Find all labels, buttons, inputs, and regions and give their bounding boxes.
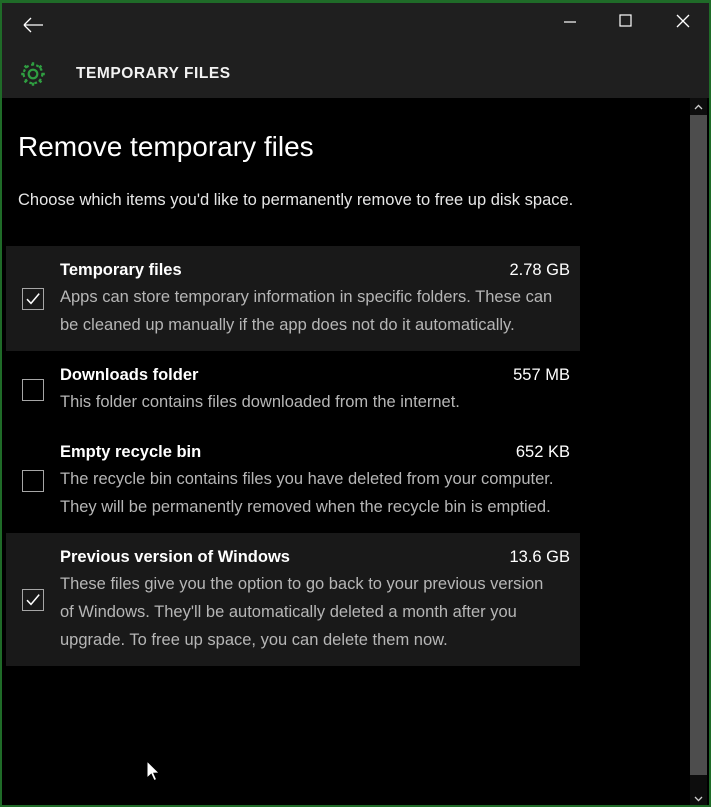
chevron-down-icon[interactable] [690, 790, 707, 805]
list-item-header: Downloads folder 557 MB [60, 363, 572, 387]
list-item-header: Previous version of Windows 13.6 GB [60, 545, 572, 569]
list-item-header: Empty recycle bin 652 KB [60, 440, 572, 464]
vertical-scrollbar[interactable] [690, 98, 707, 805]
list-item-size: 557 MB [513, 366, 570, 384]
back-arrow-icon [22, 16, 44, 34]
checkbox-checked[interactable] [22, 588, 44, 611]
list-item-body: Downloads folder 557 MB This folder contai… [60, 363, 580, 416]
close-icon [676, 14, 690, 33]
list-item-body: Empty recycle bin 652 KB The recycle bin c… [60, 440, 580, 521]
list-item-size: 2.78 GB [509, 261, 570, 279]
content-area: Remove temporary files Choose which item… [2, 98, 690, 805]
list-item-title: Temporary files [60, 261, 182, 279]
list-item-description: This folder contains files downloaded fr… [60, 393, 460, 411]
maximize-icon [618, 14, 632, 32]
page-subtitle: Choose which items you'd like to permane… [18, 191, 574, 209]
checkbox-unchecked[interactable] [22, 469, 44, 492]
checkmark-icon [26, 292, 40, 305]
temporary-files-list: Temporary files 2.78 GB Apps can store tem… [6, 246, 580, 666]
list-item[interactable]: Downloads folder 557 MB This folder contai… [6, 351, 580, 428]
settings-window: TEMPORARY FILES Remove temporary files C… [0, 0, 711, 807]
gear-icon [18, 59, 48, 89]
checkbox-checked[interactable] [22, 287, 44, 310]
chevron-up-icon[interactable] [690, 98, 707, 115]
list-item-size: 652 KB [515, 443, 570, 461]
list-item-title: Empty recycle bin [60, 443, 202, 461]
list-item[interactable]: Previous version of Windows 13.6 GB These … [6, 533, 580, 666]
back-button[interactable] [10, 7, 56, 43]
list-item-description: These files give you the option to go ba… [60, 575, 544, 649]
list-item-title: Previous version of Windows [60, 548, 290, 566]
minimize-button[interactable] [547, 5, 593, 41]
list-item[interactable]: Empty recycle bin 652 KB The recycle bin c… [6, 428, 580, 533]
maximize-button[interactable] [602, 5, 648, 41]
list-item-header: Temporary files 2.78 GB [60, 258, 572, 282]
scrollbar-thumb[interactable] [690, 115, 707, 775]
page-header-title: TEMPORARY FILES [76, 65, 231, 82]
checkmark-icon [26, 593, 40, 606]
title-bar: TEMPORARY FILES [2, 3, 709, 98]
close-button[interactable] [660, 5, 706, 41]
list-item-title: Downloads folder [60, 366, 199, 384]
page-title: Remove temporary files [18, 131, 314, 162]
list-item-body: Temporary files 2.78 GB Apps can store tem… [60, 258, 580, 339]
list-item-size: 13.6 GB [509, 548, 570, 566]
minimize-icon [563, 14, 577, 32]
checkbox-unchecked[interactable] [22, 378, 44, 401]
list-item-description: Apps can store temporary information in … [60, 288, 553, 334]
list-item-description: The recycle bin contains files you have … [60, 470, 554, 516]
list-item[interactable]: Temporary files 2.78 GB Apps can store tem… [6, 246, 580, 351]
list-item-body: Previous version of Windows 13.6 GB These … [60, 545, 580, 654]
